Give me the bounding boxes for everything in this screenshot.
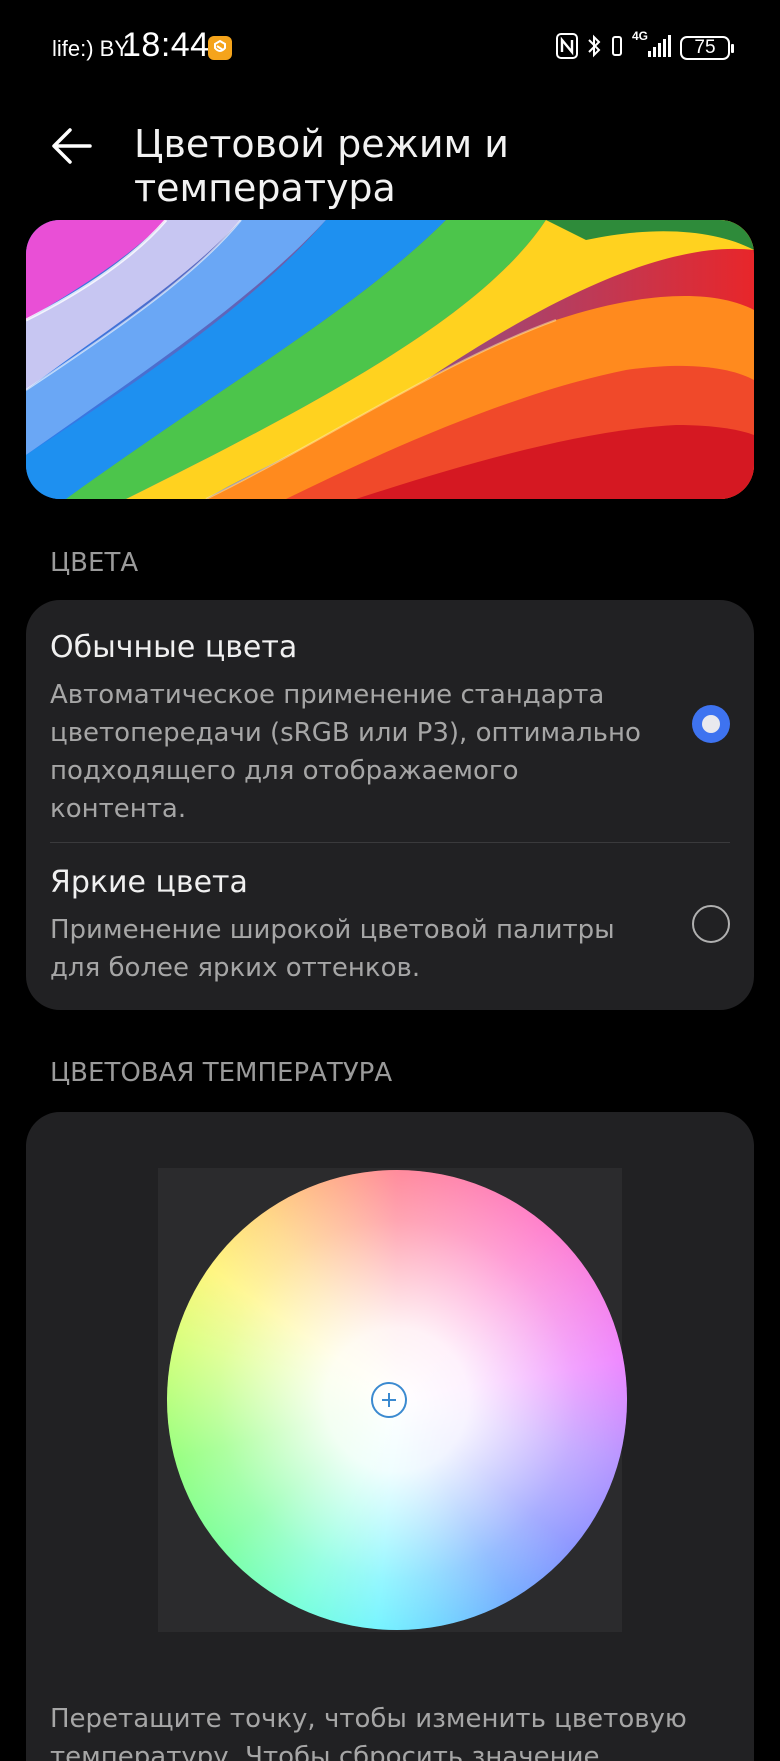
- vivid-colors-option[interactable]: Яркие цвета Применение широкой цветовой …: [50, 865, 730, 985]
- option-divider: [50, 842, 730, 843]
- temperature-picker-handle[interactable]: [371, 1382, 407, 1418]
- vivid-colors-radio[interactable]: [692, 905, 730, 943]
- option-title: Обычные цвета: [50, 630, 298, 665]
- header: Цветовой режим и температура: [0, 100, 780, 210]
- normal-colors-radio[interactable]: [692, 705, 730, 743]
- carrier-label: life:) BY: [52, 36, 130, 61]
- vibrate-icon: [610, 33, 624, 63]
- colors-section-label: ЦВЕТА: [50, 548, 139, 578]
- color-temperature-card: [26, 1112, 754, 1761]
- normal-colors-option[interactable]: Обычные цвета Автоматическое применение …: [50, 630, 730, 830]
- option-description: Автоматическое применение стандарта цвет…: [50, 680, 641, 824]
- bluetooth-icon: [586, 33, 602, 63]
- app-notification-icon: [208, 36, 232, 60]
- color-preview-banner: [26, 220, 754, 499]
- clock: 18:44: [122, 26, 210, 64]
- nfc-icon: [556, 33, 578, 63]
- page-title: Цветовой режим и температура: [134, 122, 509, 210]
- battery-indicator: 75: [680, 36, 734, 60]
- temperature-section-label: ЦВЕТОВАЯ ТЕМПЕРАТУРА: [50, 1058, 393, 1088]
- color-mode-card: Обычные цвета Автоматическое применение …: [26, 600, 754, 1010]
- status-bar: life:) BY 18:44 4G 75: [0, 0, 780, 100]
- option-title: Яркие цвета: [50, 865, 248, 900]
- signal-icon: 4G: [632, 29, 672, 63]
- option-description: Применение широкой цветовой палитры для …: [50, 915, 615, 983]
- temperature-hint: Перетащите точку, чтобы изменить цветову…: [50, 1704, 687, 1761]
- network-type-label: 4G: [632, 29, 649, 43]
- status-icons: 4G 75: [556, 29, 734, 64]
- screen: life:) BY 18:44 4G 75 Цветовой режим и т…: [0, 0, 780, 1761]
- back-arrow-icon[interactable]: [46, 118, 102, 174]
